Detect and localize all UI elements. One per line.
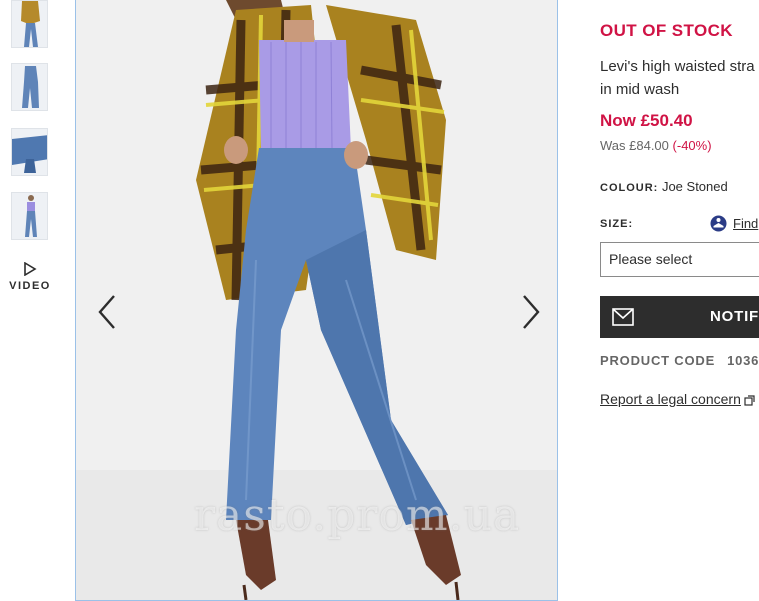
chevron-left-icon — [98, 295, 115, 329]
legal-concern-label: Report a legal concern — [600, 391, 741, 407]
colour-row: COLOUR: Joe Stoned — [600, 179, 728, 194]
previous-image-button[interactable] — [92, 292, 122, 332]
thumbnail-1-image — [12, 1, 47, 47]
thumbnail-2[interactable] — [11, 63, 48, 111]
watermark: rasto.prom.ua — [194, 490, 521, 541]
colour-value: Joe Stoned — [661, 179, 728, 194]
product-info-panel: OUT OF STOCK Levi's high waisted stra in… — [600, 0, 759, 600]
stock-status: OUT OF STOCK — [600, 21, 733, 40]
video-label: VIDEO — [9, 280, 51, 292]
thumbnail-2-image — [12, 64, 47, 110]
product-code: PRODUCT CODE 10366 — [600, 353, 759, 368]
fit-assistant-icon — [710, 215, 727, 232]
previous-price: Was £84.00 (-40%) — [600, 138, 712, 153]
next-image-button[interactable] — [516, 292, 546, 332]
notify-me-button[interactable]: NOTIFY — [600, 296, 759, 338]
main-product-image: rasto.prom.ua — [75, 0, 558, 601]
size-label: SIZE: — [600, 218, 634, 230]
product-title-line-2: in mid wash — [600, 81, 680, 98]
product-title-line-1: Levi's high waisted stra — [600, 58, 755, 75]
fit-assistant-label: Find — [733, 216, 759, 232]
notify-me-label: NOTIFY — [710, 308, 759, 325]
product-title: Levi's high waisted stra in mid wash — [600, 55, 759, 101]
was-price: Was £84.00 — [600, 138, 669, 153]
product-code-label: PRODUCT CODE — [600, 353, 716, 368]
colour-label: COLOUR: — [600, 182, 659, 194]
play-icon — [24, 262, 37, 276]
fit-assistant-link[interactable]: Find — [710, 215, 758, 232]
thumbnail-3[interactable] — [11, 128, 48, 176]
legal-concern-link[interactable]: Report a legal concern — [600, 391, 755, 407]
discount-badge: (-40%) — [672, 138, 712, 153]
current-price: Now £50.40 — [600, 111, 693, 130]
thumbnail-1[interactable] — [11, 0, 48, 48]
thumbnail-4[interactable] — [11, 192, 48, 240]
chevron-right-icon — [523, 295, 540, 329]
thumbnail-4-image — [12, 193, 47, 239]
video-button[interactable]: VIDEO — [6, 262, 54, 304]
product-code-value: 10366 — [727, 353, 759, 368]
size-select[interactable]: Please select — [600, 242, 759, 277]
envelope-icon — [612, 308, 634, 326]
thumbnail-3-image — [12, 129, 47, 175]
thumbnail-column: VIDEO — [0, 0, 60, 600]
external-link-icon — [744, 395, 755, 406]
